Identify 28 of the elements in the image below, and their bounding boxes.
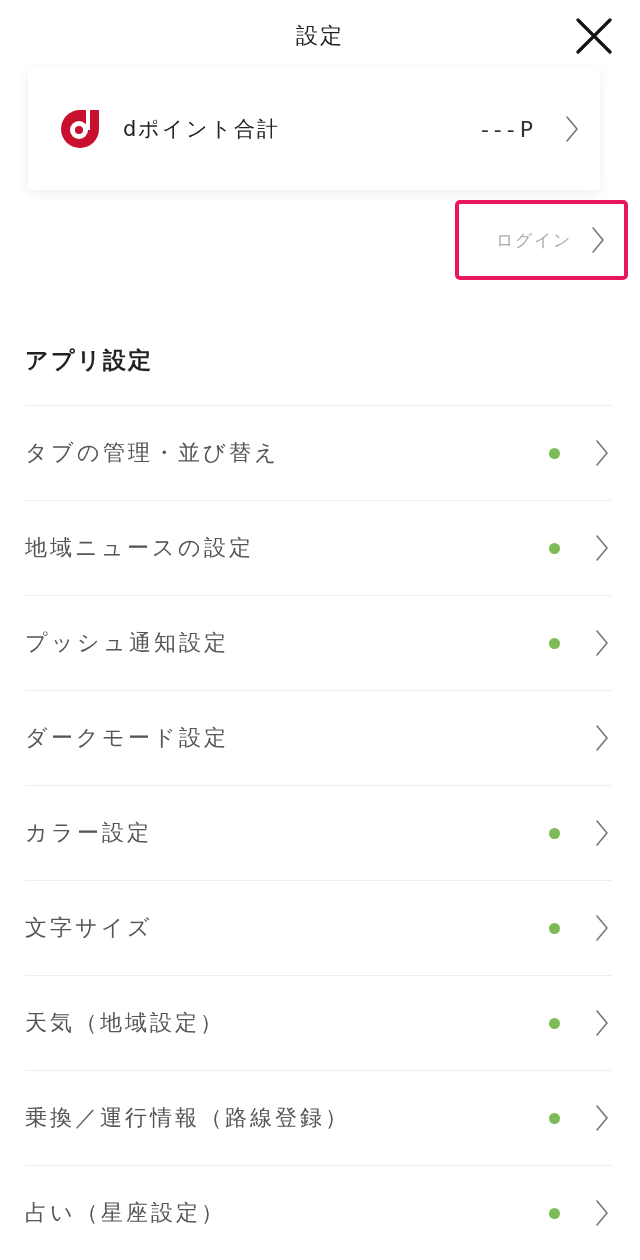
chevron-icon [596, 725, 608, 751]
points-label: dポイント合計 [123, 116, 282, 143]
close-button[interactable] [576, 18, 612, 54]
close-icon [576, 18, 612, 54]
settings-row[interactable]: プッシュ通知設定 [25, 595, 612, 690]
chevron-icon [596, 535, 608, 561]
settings-row[interactable]: 占い（星座設定） [25, 1165, 612, 1260]
settings-row[interactable]: 地域ニュースの設定 [25, 500, 612, 595]
settings-row[interactable]: ダークモード設定 [25, 690, 612, 785]
chevron-icon [566, 116, 578, 142]
settings-row[interactable]: 乗換／運行情報（路線登録） [25, 1070, 612, 1165]
d-logo-icon [58, 107, 102, 151]
points-card[interactable]: dポイント合計 ---P [28, 68, 600, 190]
settings-row[interactable]: 天気（地域設定） [25, 975, 612, 1070]
page-title: 設定 [296, 22, 344, 50]
settings-row[interactable]: タブの管理・並び替え [25, 405, 612, 500]
chevron-icon [596, 1200, 608, 1226]
section-heading: アプリ設定 [25, 346, 154, 375]
chevron-icon [592, 227, 604, 253]
points-value: ---P [480, 116, 538, 142]
chevron-icon [596, 1010, 608, 1036]
chevron-icon [596, 915, 608, 941]
chevron-icon [596, 1105, 608, 1131]
settings-row[interactable]: 文字サイズ [25, 880, 612, 975]
settings-row[interactable]: カラー設定 [25, 785, 612, 880]
chevron-icon [596, 820, 608, 846]
chevron-icon [596, 440, 608, 466]
chevron-icon [596, 630, 608, 656]
